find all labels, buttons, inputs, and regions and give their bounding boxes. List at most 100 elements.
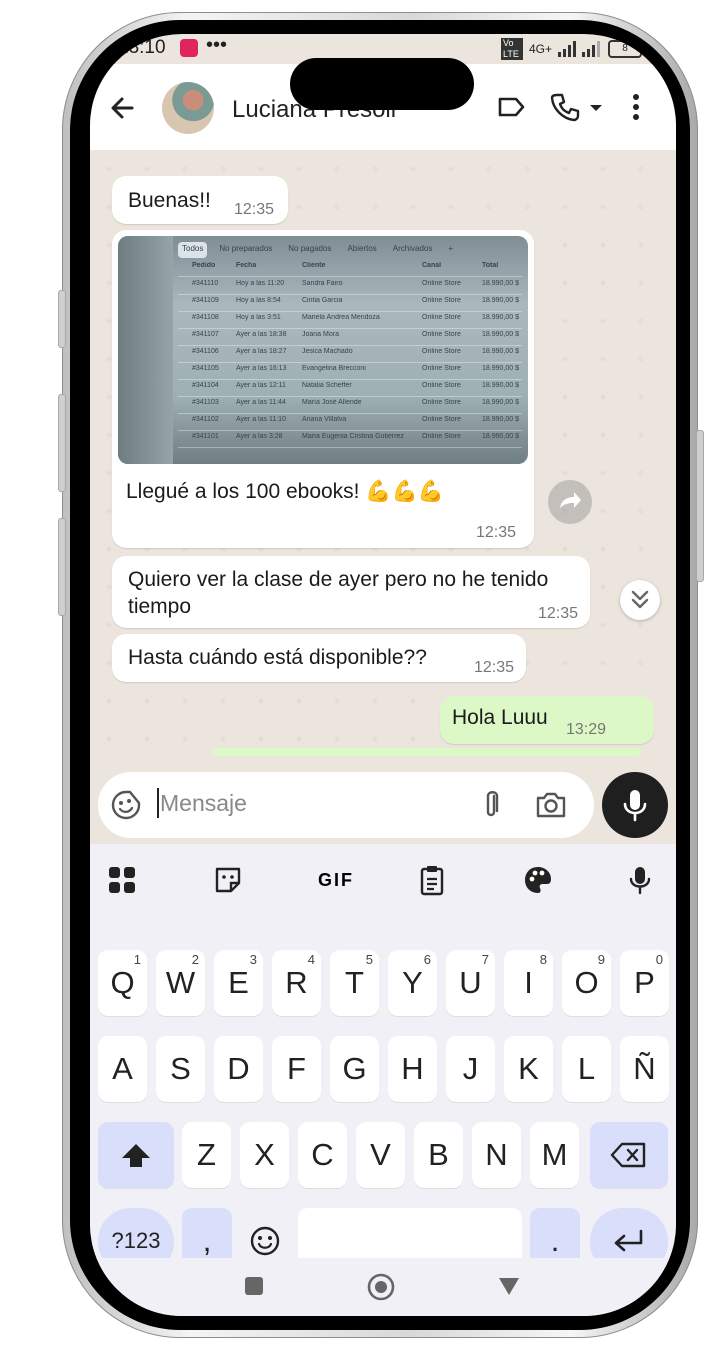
photo-table-cell: Ayer a las 11:10 [236,416,286,423]
key-t[interactable]: T5 [330,950,379,1016]
key-j[interactable]: J [446,1036,495,1102]
photo-table-row: #341107 Ayer a las 18:38 Joana Mora Online … [178,331,522,346]
photo-table-cell: Online Store [422,365,461,372]
backspace-key[interactable] [590,1122,668,1188]
forward-button[interactable] [548,480,592,524]
voice-message-button[interactable] [602,772,668,838]
photo-table-cell: Joana Mora [302,331,339,338]
key-number-hint: 6 [423,952,431,967]
photo-col: Cliente [302,262,326,269]
key-w[interactable]: W2 [156,950,205,1016]
photo-table-cell: 18.990,00 $ [482,297,519,304]
phone-screen: 13:10 ••• Vo LTE 4G+ 8 Luciana Presoli [90,34,676,1316]
message-bubble-incoming[interactable]: Hasta cuándo está disponible?? 12:35 [112,634,526,682]
message-bubble-photo[interactable]: Todos No preparados No pagados Abiertos … [112,230,534,548]
key-label: Q [110,965,135,1000]
photo-table-cell: #341108 [192,314,219,321]
photo-col: Pedido [192,262,216,269]
message-bubble-incoming[interactable]: Buenas!! 12:35 [112,176,288,224]
photo-table-cell: Ayer a las 18:38 [236,331,287,338]
contact-avatar[interactable] [162,82,214,134]
message-bubble-outgoing[interactable]: Hola Luuu 13:29 [440,696,654,744]
key-m[interactable]: M [530,1122,579,1188]
phone-call-icon[interactable] [548,90,582,124]
key-l[interactable]: L [562,1036,611,1102]
emoji-sticker-icon[interactable] [110,789,142,821]
photo-tabs: Todos No preparados No pagados Abiertos … [178,242,522,258]
photo-table-cell: #341105 [192,365,219,372]
key-b[interactable]: B [414,1122,463,1188]
key-e[interactable]: E3 [214,950,263,1016]
photo-tab: Archivados [392,244,433,253]
attachment-icon[interactable] [476,788,506,822]
key-s[interactable]: S [156,1036,205,1102]
gif-button[interactable]: GIF [310,860,362,900]
key-x[interactable]: X [240,1122,289,1188]
photo-table-cell: Hoy a las 8:54 [236,297,281,304]
home-icon[interactable] [366,1272,396,1302]
more-options-icon[interactable] [626,90,646,124]
photo-table-row: #341101 Ayer a las 3:28 María Eugenia Cris… [178,433,522,448]
key-g[interactable]: G [330,1036,379,1102]
key-k[interactable]: K [504,1036,553,1102]
message-bubble-incoming[interactable]: Quiero ver la clase de ayer pero no he t… [112,556,590,628]
sticker-icon[interactable] [208,860,248,900]
back-arrow-icon[interactable] [106,90,142,126]
key-d[interactable]: D [214,1036,263,1102]
call-dropdown-icon[interactable] [586,90,606,124]
camera-icon[interactable] [534,789,568,821]
key-label: W [165,965,196,1000]
clipboard-icon[interactable] [412,860,452,900]
key-h[interactable]: H [388,1036,437,1102]
shared-photo[interactable]: Todos No preparados No pagados Abiertos … [118,236,528,464]
photo-table-cell: Online Store [422,331,461,338]
back-triangle-icon[interactable] [496,1274,522,1298]
photo-table-row: #341105 Ayer a las 16:13 Evangelina Brecco… [178,365,522,380]
key-n[interactable]: N [472,1122,521,1188]
recents-icon[interactable] [242,1274,266,1298]
keyboard-mic-icon[interactable] [620,860,660,900]
more-notifications-icon: ••• [206,34,228,56]
key-r[interactable]: R4 [272,950,321,1016]
photo-tab: Todos [178,242,208,258]
apps-grid-icon[interactable] [102,860,142,900]
key-enye[interactable]: Ñ [620,1036,669,1102]
photo-table-cell: Evangelina Brecconi [302,365,366,372]
photo-table-cell: Online Store [422,382,461,389]
photo-table-cell: #341109 [192,297,219,304]
key-u[interactable]: U7 [446,950,495,1016]
key-p[interactable]: P0 [620,950,669,1016]
key-a[interactable]: A [98,1036,147,1102]
palette-icon[interactable] [518,860,558,900]
photo-table-cell: Online Store [422,280,461,287]
photo-table-cell: Ayer a las 12:11 [236,382,286,389]
photo-table-cell: Online Store [422,314,461,321]
label-icon[interactable] [494,90,528,124]
battery-icon: 8 [608,40,642,58]
key-c[interactable]: C [298,1122,347,1188]
photo-col: Total [482,262,499,269]
photo-table-cell: 18.990,00 $ [482,348,519,355]
photo-table-cell: Hoy a las 11:20 [236,280,285,287]
key-v[interactable]: V [356,1122,405,1188]
photo-table-cell: Mariela Andrea Mendoza [302,314,380,321]
message-composer[interactable]: Mensaje [98,772,594,838]
volte-indicator: Vo LTE [500,38,523,60]
scroll-to-bottom-button[interactable] [620,580,660,620]
key-number-hint: 3 [249,952,257,967]
photo-table-cell: #341103 [192,399,219,406]
backspace-icon [610,1142,646,1168]
photo-table-cell: 18.990,00 $ [482,280,519,287]
volume-up-button [58,394,66,492]
shift-key[interactable] [98,1122,174,1188]
photo-tab: No pagados [288,244,332,253]
message-input[interactable]: Mensaje [160,790,247,817]
photo-table-cell: Online Store [422,297,461,304]
key-f[interactable]: F [272,1036,321,1102]
key-i[interactable]: I8 [504,950,553,1016]
key-y[interactable]: Y6 [388,950,437,1016]
chat-area[interactable]: Buenas!! 12:35 Todos No preparados No pa… [90,150,676,770]
key-o[interactable]: O9 [562,950,611,1016]
key-q[interactable]: Q1 [98,950,147,1016]
key-z[interactable]: Z [182,1122,231,1188]
